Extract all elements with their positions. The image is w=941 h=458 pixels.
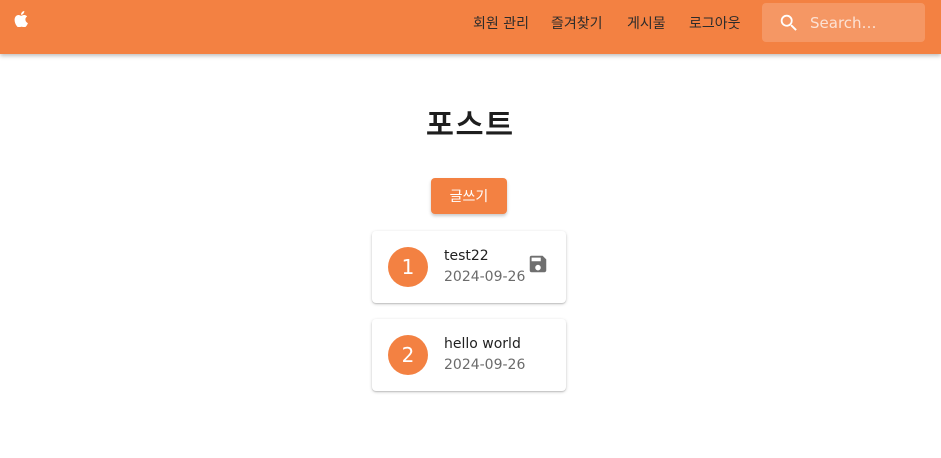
nav-member-management[interactable]: 회원 관리 [473,13,529,33]
apple-icon[interactable] [14,11,28,27]
page-title: 포스트 [426,108,515,143]
nav-logout[interactable]: 로그아웃 [689,13,741,33]
write-post-button[interactable]: 글쓰기 [431,178,507,214]
nav-favorites[interactable]: 즐겨찾기 [551,13,603,33]
post-date: 2024-09-26 [444,269,526,285]
post-number-avatar: 2 [388,335,428,375]
post-title: hello world [444,336,521,352]
post-title: test22 [444,248,489,264]
post-date: 2024-09-26 [444,357,526,373]
post-card[interactable]: 1 test22 2024-09-26 [372,231,566,303]
nav-posts[interactable]: 게시물 [627,13,666,33]
post-number-avatar: 1 [388,247,428,287]
search-input[interactable] [810,12,920,34]
save-icon[interactable] [527,253,549,275]
post-card[interactable]: 2 hello world 2024-09-26 [372,319,566,391]
search-box [762,3,925,42]
app-bar: 회원 관리 즐겨찾기 게시물 로그아웃 [0,0,941,54]
search-icon [780,14,797,31]
